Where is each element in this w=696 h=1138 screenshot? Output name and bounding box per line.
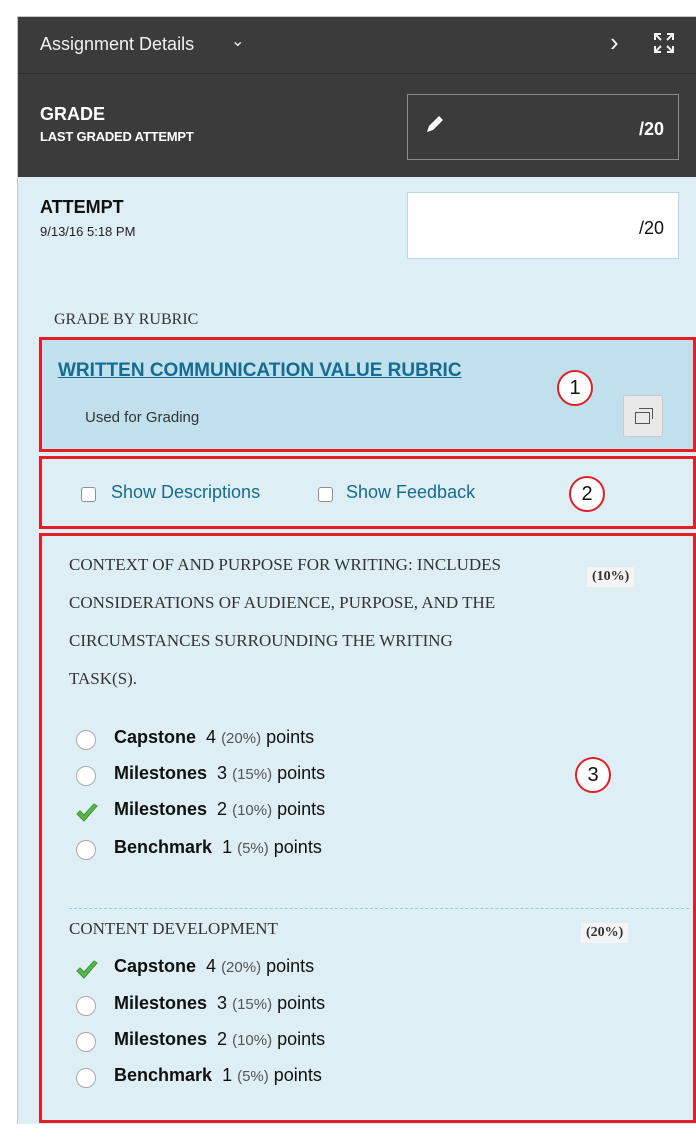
attempt-grade-input[interactable]: /20 (407, 192, 679, 259)
annotation-box-1 (39, 337, 696, 452)
expand-icon[interactable] (653, 32, 675, 54)
grade-sublabel: LAST GRADED ATTEMPT (40, 129, 194, 144)
grade-input[interactable]: /20 (407, 94, 679, 160)
chevron-right-icon[interactable]: › (610, 27, 619, 58)
annotation-callout-1: 1 (557, 370, 593, 406)
attempt-date: 9/13/16 5:18 PM (40, 224, 136, 239)
attempt-grade-value: /20 (638, 218, 664, 238)
attempt-label: ATTEMPT (40, 197, 124, 217)
annotation-box-3 (39, 533, 696, 1123)
grade-by-rubric-label: GRADE BY RUBRIC (54, 311, 199, 328)
panel-header: Assignment Details ⌄ › (18, 17, 696, 73)
pencil-icon[interactable] (423, 112, 447, 136)
chevron-down-icon[interactable]: ⌄ (231, 31, 244, 51)
grade-value: /20 (638, 119, 664, 139)
grade-summary: GRADE LAST GRADED ATTEMPT /20 (18, 73, 696, 177)
annotation-callout-3: 3 (575, 757, 611, 793)
annotation-callout-2: 2 (569, 476, 605, 512)
grade-label: GRADE (40, 104, 106, 124)
panel-title[interactable]: Assignment Details (40, 34, 194, 55)
